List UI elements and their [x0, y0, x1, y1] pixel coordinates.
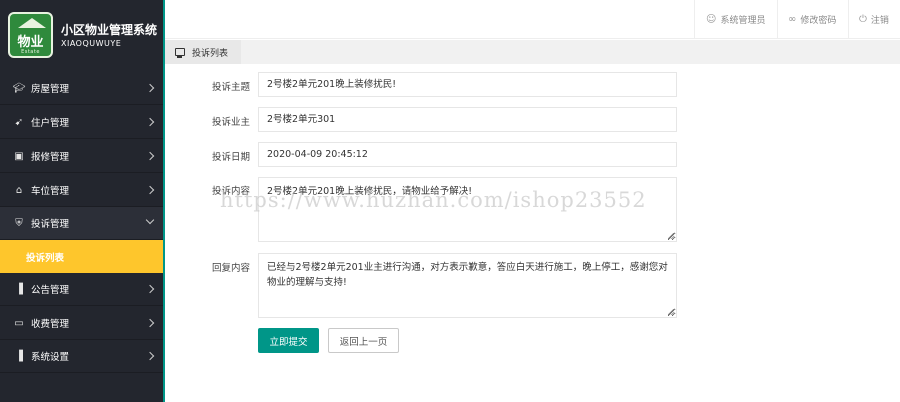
brand: 物业 Estate 小区物业管理系统 XIAOQUWUYE [0, 0, 163, 72]
repair-icon: ▣ [14, 150, 24, 162]
logout-label: 注销 [870, 16, 889, 26]
sidebar-item-house[interactable]: 🎓︎ 房屋管理 [0, 72, 163, 105]
inbox-icon: ▭ [14, 317, 24, 329]
app-subtitle: XIAOQUWUYE [61, 39, 122, 48]
watermark: https://www.huzhan.com/ishop23552 [220, 188, 647, 212]
sidebar-item-parking[interactable]: ⌂ 车位管理 [0, 174, 163, 207]
sidebar-subitem-complaint-list[interactable]: 投诉列表 [0, 240, 163, 273]
shield-icon: ⛨ [15, 217, 23, 229]
sidebar-item-label: 车位管理 [31, 186, 70, 197]
sidebar-item-complaints[interactable]: ⛨ 投诉管理 [0, 207, 163, 240]
chevron-right-icon [145, 318, 155, 328]
header-divider [848, 0, 849, 39]
sidebar-subitem-label: 投诉列表 [26, 252, 65, 264]
chevron-right-icon [145, 83, 155, 93]
date-input[interactable]: 2020-04-09 20:45:12 [258, 142, 677, 167]
sidebar-item-label: 系统设置 [31, 352, 70, 363]
sidebar-item-label: 公告管理 [31, 285, 70, 296]
reply-textarea[interactable]: 已经与2号楼2单元201业主进行沟通，对方表示歉意，答应白天进行施工，晚上停工，… [258, 253, 677, 318]
owner-input[interactable]: 2号楼2单元301 [258, 107, 677, 132]
sidebar-item-repair[interactable]: ▣ 报修管理 [0, 140, 163, 173]
chevron-down-icon [145, 215, 155, 225]
logo: 物业 Estate [8, 12, 53, 58]
chevron-right-icon [145, 185, 155, 195]
sidebar-item-notices[interactable]: ▐ 公告管理 [0, 273, 163, 306]
header-divider [694, 0, 695, 39]
sidebar-item-settings[interactable]: ▐ 系统设置 [0, 340, 163, 373]
tab-bar: 投诉列表 [165, 40, 900, 64]
sidebar: 物业 Estate 小区物业管理系统 XIAOQUWUYE 🎓︎ 房屋管理 ➹ … [0, 0, 165, 402]
back-button[interactable]: 返回上一页 [328, 328, 399, 353]
bar-chart-icon: ▐ [15, 283, 23, 295]
sidebar-item-residents[interactable]: ➹ 住户管理 [0, 106, 163, 139]
car-icon: ⌂ [15, 184, 23, 196]
user-menu[interactable]: ☺︎ 系统管理员 [706, 13, 765, 26]
chevron-right-icon [145, 351, 155, 361]
resize-grip-icon[interactable] [668, 309, 674, 315]
subject-label: 投诉主题 [211, 82, 250, 93]
reply-label: 回复内容 [211, 263, 250, 274]
tab-label: 投诉列表 [192, 48, 229, 59]
sidebar-item-label: 收费管理 [31, 319, 70, 330]
monitor-icon [175, 48, 185, 58]
sidebar-item-label: 报修管理 [31, 152, 70, 163]
logout-link[interactable]: ⏻︎ 注销 [859, 13, 889, 26]
user-icon: ☺︎ [706, 14, 717, 25]
change-password-label: 修改密码 [800, 16, 837, 26]
user-label: 系统管理员 [720, 16, 766, 26]
resize-grip-icon[interactable] [668, 233, 674, 239]
sidebar-item-fees[interactable]: ▭ 收费管理 [0, 307, 163, 340]
chevron-right-icon [145, 117, 155, 127]
date-label: 投诉日期 [211, 152, 250, 163]
header-divider [777, 0, 778, 39]
graduation-cap-icon: 🎓︎ [12, 82, 26, 94]
change-password-link[interactable]: ∞ 修改密码 [788, 13, 836, 26]
app-title: 小区物业管理系统 [61, 23, 158, 37]
rocket-icon: ➹ [14, 116, 24, 128]
sidebar-item-label: 投诉管理 [31, 219, 70, 230]
chevron-right-icon [145, 151, 155, 161]
link-icon: ∞ [788, 14, 797, 25]
top-header: ☺︎ 系统管理员 ∞ 修改密码 ⏻︎ 注销 [165, 0, 900, 39]
subject-input[interactable]: 2号楼2单元201晚上装修扰民! [258, 72, 677, 97]
chevron-right-icon [145, 284, 155, 294]
sidebar-item-label: 房屋管理 [31, 84, 70, 95]
submit-button[interactable]: 立即提交 [258, 328, 319, 353]
power-icon: ⏻︎ [859, 14, 867, 25]
sidebar-item-label: 住户管理 [31, 118, 70, 129]
house-icon [18, 18, 46, 28]
logo-subtext: Estate [21, 49, 40, 55]
owner-label: 投诉业主 [211, 117, 250, 128]
reply-text: 已经与2号楼2单元201业主进行沟通，对方表示歉意，答应白天进行施工，晚上停工，… [267, 262, 668, 288]
tab-complaint-list[interactable]: 投诉列表 [165, 40, 241, 64]
bar-chart-icon: ▐ [15, 350, 23, 362]
logo-text: 物业 [17, 35, 44, 50]
